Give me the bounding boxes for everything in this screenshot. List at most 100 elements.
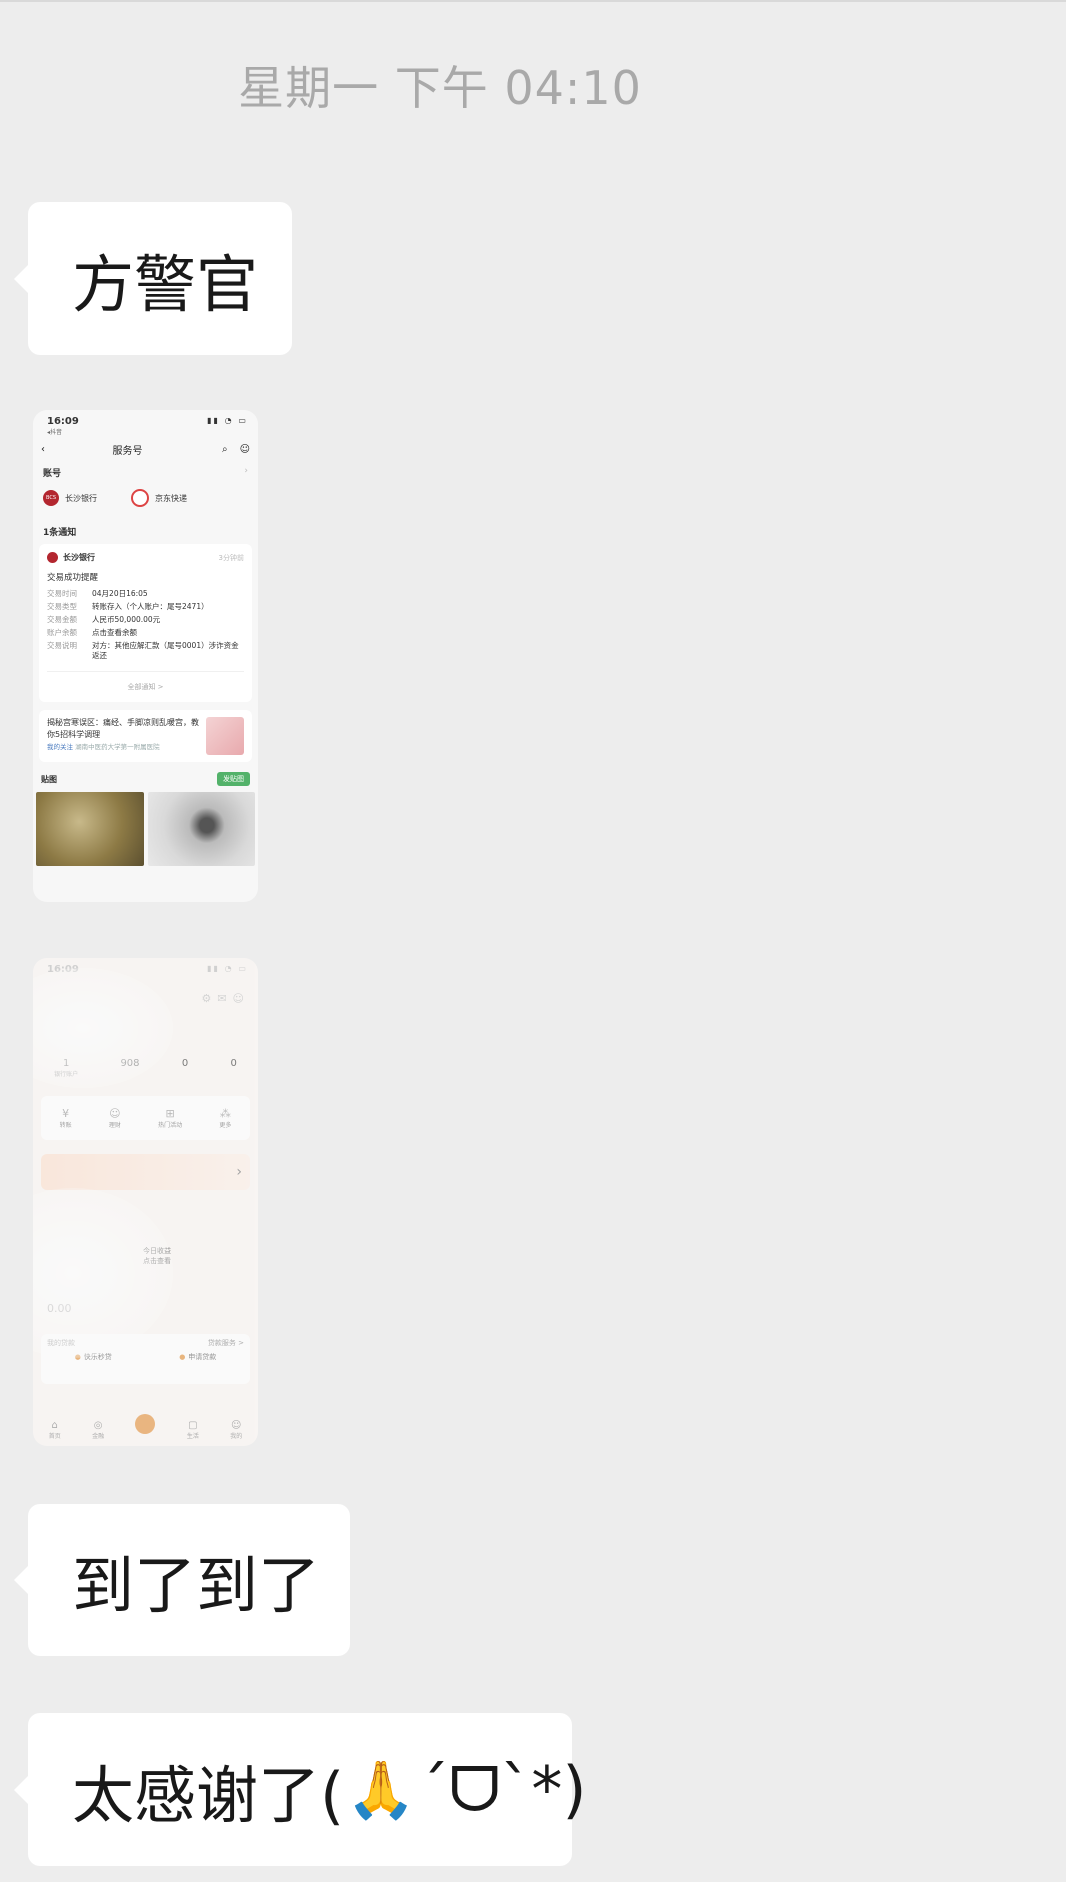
more-icon: ⁂	[219, 1107, 231, 1120]
message-bubble[interactable]: 到了到了	[14, 1504, 350, 1656]
stat-item: 1 银行账户	[54, 1058, 78, 1078]
card-row: 交易时间 04月20日16:05	[47, 589, 244, 599]
pics-row	[33, 792, 258, 866]
quick-action: ⁂ 更多	[219, 1107, 231, 1129]
profile-icon: ☺	[239, 443, 250, 455]
transfer-icon: ¥	[62, 1107, 70, 1120]
account-name: 京东快递	[155, 493, 187, 503]
article-thumbnail	[206, 717, 244, 755]
earnings-label: 今日收益	[143, 1247, 171, 1255]
status-back-app: ◂抖音	[47, 429, 63, 436]
article-card: 揭秘宫寒误区：痛经、手脚凉则乱暖宫，教你5招科学调理 我的关注 湖南中医药大学第…	[39, 710, 252, 762]
row-key: 交易时间	[47, 589, 77, 598]
center-tab-icon	[135, 1414, 156, 1434]
card-row: 账户余额 点击查看余额	[47, 628, 244, 638]
row-value: 转账存入（个人账户：尾号2471）	[92, 602, 209, 611]
article-title: 揭秘宫寒误区：痛经、手脚凉则乱暖宫，教你5招科学调理	[47, 718, 199, 739]
all-notices-link: 全部通知 >	[47, 671, 244, 698]
quick-action: ¥ 转账	[60, 1107, 72, 1129]
quick-actions: ¥ 转账 ☺ 理财 ⊞ 热门活动 ⁂ 更多	[41, 1096, 250, 1140]
message-icon: ✉	[217, 992, 233, 1005]
status-bar: 16:09 ◂抖音 ▮▮ ◔ ▭	[33, 410, 258, 436]
row-key: 交易金额	[47, 615, 77, 624]
food-photo	[36, 792, 144, 866]
earnings-info: 今日收益 点击查看	[143, 1246, 171, 1266]
status-icons: ▮▮ ◔ ▭	[207, 416, 248, 425]
loans-more: 贷款服务 >	[207, 1339, 244, 1347]
haze-overlay	[33, 1188, 173, 1358]
finance-icon: ☺	[109, 1107, 121, 1120]
row-value: 点击查看余额	[92, 628, 137, 637]
account-item: BCS 长沙银行	[43, 489, 97, 507]
tab-mine: ☺ 我的	[230, 1420, 242, 1440]
gift-icon: ⊞	[165, 1107, 175, 1120]
tab-label: 我的	[230, 1433, 243, 1440]
stat-value: 908	[120, 1058, 140, 1069]
accounts-list: BCS 长沙银行 京东快递	[33, 483, 258, 517]
article-source: 湖南中医药大学第一附属医院	[75, 743, 160, 751]
post-pic-button: 发贴图	[217, 772, 250, 786]
card-source: 长沙银行	[63, 553, 95, 562]
stat-value: 1	[62, 1058, 70, 1069]
bank-logo-icon	[47, 552, 58, 563]
loans-card: 我的贷款 贷款服务 > 快乐秒贷 申请贷款	[41, 1334, 250, 1384]
raccoon-photo	[147, 792, 255, 866]
row-value: 对方：其他应解汇款（尾号0001）涉诈资金返还	[92, 641, 239, 660]
earnings-value: 点击查看	[143, 1257, 171, 1265]
pics-label: 贴图	[41, 774, 57, 784]
stat-item: 0	[182, 1058, 188, 1078]
quick-action: ☺ 理财	[109, 1107, 121, 1129]
notification-card: 长沙银行 3分钟前 交易成功提醒 交易时间 04月20日16:05 交易类型 转账存…	[39, 544, 252, 702]
chat-image-bank-app[interactable]: 16:09 ▮▮ ◔ ▭ ⚙✉☺ 1 银行账户 908 0 0 ¥ 转账 ☺ 理财 ⊞…	[33, 958, 258, 1446]
tab-life: ▢ 生活	[187, 1420, 199, 1440]
bank-logo-icon: BCS	[43, 490, 59, 506]
loans-label: 我的贷款	[47, 1339, 75, 1347]
quick-action: ⊞ 热门活动	[158, 1107, 182, 1129]
status-bar: 16:09 ▮▮ ◔ ▭	[33, 958, 258, 984]
stat-value: 0	[181, 1058, 189, 1069]
quick-label: 更多	[219, 1122, 232, 1129]
balance-value: 0.00	[47, 1302, 72, 1315]
tab-home: ⌂ 首页	[49, 1420, 61, 1440]
card-row: 交易金额 人民币50,000.00元	[47, 615, 244, 625]
status-time: 16:09	[47, 416, 79, 427]
pray-emoji-icon: 🙏	[346, 1757, 416, 1823]
settings-icon: ⚙	[201, 992, 218, 1005]
tab-center	[135, 1414, 156, 1440]
loan-item: 申请贷款	[179, 1352, 216, 1362]
row-key: 交易类型	[47, 602, 77, 611]
loan-item: 快乐秒贷	[75, 1352, 112, 1362]
message-bubble[interactable]: 方警官	[14, 202, 292, 355]
life-icon: ▢	[188, 1420, 198, 1431]
account-name: 长沙银行	[65, 493, 97, 503]
home-icon: ⌂	[51, 1420, 58, 1431]
accounts-header: 账号 ›	[33, 462, 258, 483]
chat-image-bank-notification[interactable]: 16:09 ◂抖音 ▮▮ ◔ ▭ ‹ 服务号 ⌕ ☺ 账号 › BCS 长沙银行 京…	[33, 410, 258, 902]
tab-bar: ⌂ 首页 ◎ 金融 ▢ 生活 ☺ 我的	[33, 1414, 258, 1440]
row-key: 交易说明	[47, 641, 77, 650]
header-icons: ⚙✉☺	[201, 992, 250, 1005]
row-value: 04月20日16:05	[92, 589, 148, 598]
stat-label: 银行账户	[54, 1071, 79, 1078]
stats-row: 1 银行账户 908 0 0	[33, 1058, 258, 1078]
account-item: 京东快递	[131, 489, 187, 507]
notice-count: 1条通知	[43, 528, 77, 538]
card-row: 交易说明 对方：其他应解汇款（尾号0001）涉诈资金返还	[47, 641, 244, 661]
message-bubble[interactable]: 太感谢了(🙏 ´ᗜ`*)	[14, 1713, 587, 1866]
accounts-label: 账号	[43, 469, 62, 479]
top-divider	[0, 0, 1066, 2]
message-text: 方警官	[72, 247, 259, 321]
chat-timestamp: 星期一 下午 04:10	[238, 61, 642, 115]
status-time: 16:09	[47, 964, 79, 975]
article-follow-tag: 我的关注	[47, 743, 73, 751]
row-key: 账户余额	[47, 628, 77, 637]
row-value: 人民币50,000.00元	[92, 615, 161, 624]
pics-header: 贴图 发贴图	[33, 762, 258, 792]
stat-item: 908	[120, 1058, 139, 1078]
quick-label: 理财	[108, 1122, 121, 1129]
message-text: 到了到了	[72, 1549, 321, 1622]
tab-finance: ◎ 金融	[92, 1420, 104, 1440]
card-title: 交易成功提醒	[47, 573, 99, 583]
stat-item: 0	[230, 1058, 236, 1078]
service-icon: ☺	[232, 992, 250, 1005]
